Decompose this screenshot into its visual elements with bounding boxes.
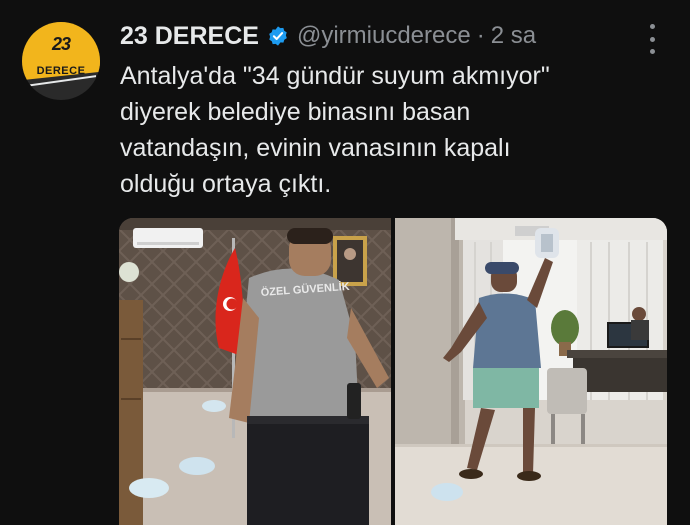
tweet[interactable]: 23 DERECE 23 DERECE @yirmiucderece · 2 s… [0,0,690,525]
more-options-button[interactable] [642,24,662,54]
tweet-header: 23 DERECE @yirmiucderece · 2 sa [120,20,536,52]
more-dots-icon [649,24,655,29]
avatar-logo-number: 23 [51,34,71,54]
office-interior-illustration [395,218,667,525]
avatar[interactable]: 23 DERECE [22,22,100,100]
tweet-text: Antalya'da "34 gündür suyum akmıyor" diy… [120,62,550,198]
verified-badge-icon[interactable] [267,25,289,47]
office-scene-illustration: ÖZEL GÜVENLİK [119,218,391,525]
user-handle[interactable]: @yirmiucderece [297,22,471,50]
media-photo-left[interactable]: ÖZEL GÜVENLİK [119,218,391,525]
media-photo-right[interactable] [395,218,667,525]
display-name[interactable]: 23 DERECE [120,22,259,51]
more-dots-icon [649,49,655,54]
tweet-timestamp[interactable]: 2 sa [491,22,536,50]
more-dots-icon [649,36,655,42]
meta-separator: · [476,22,485,49]
media-grid[interactable]: ÖZEL GÜVENLİK [119,218,667,525]
